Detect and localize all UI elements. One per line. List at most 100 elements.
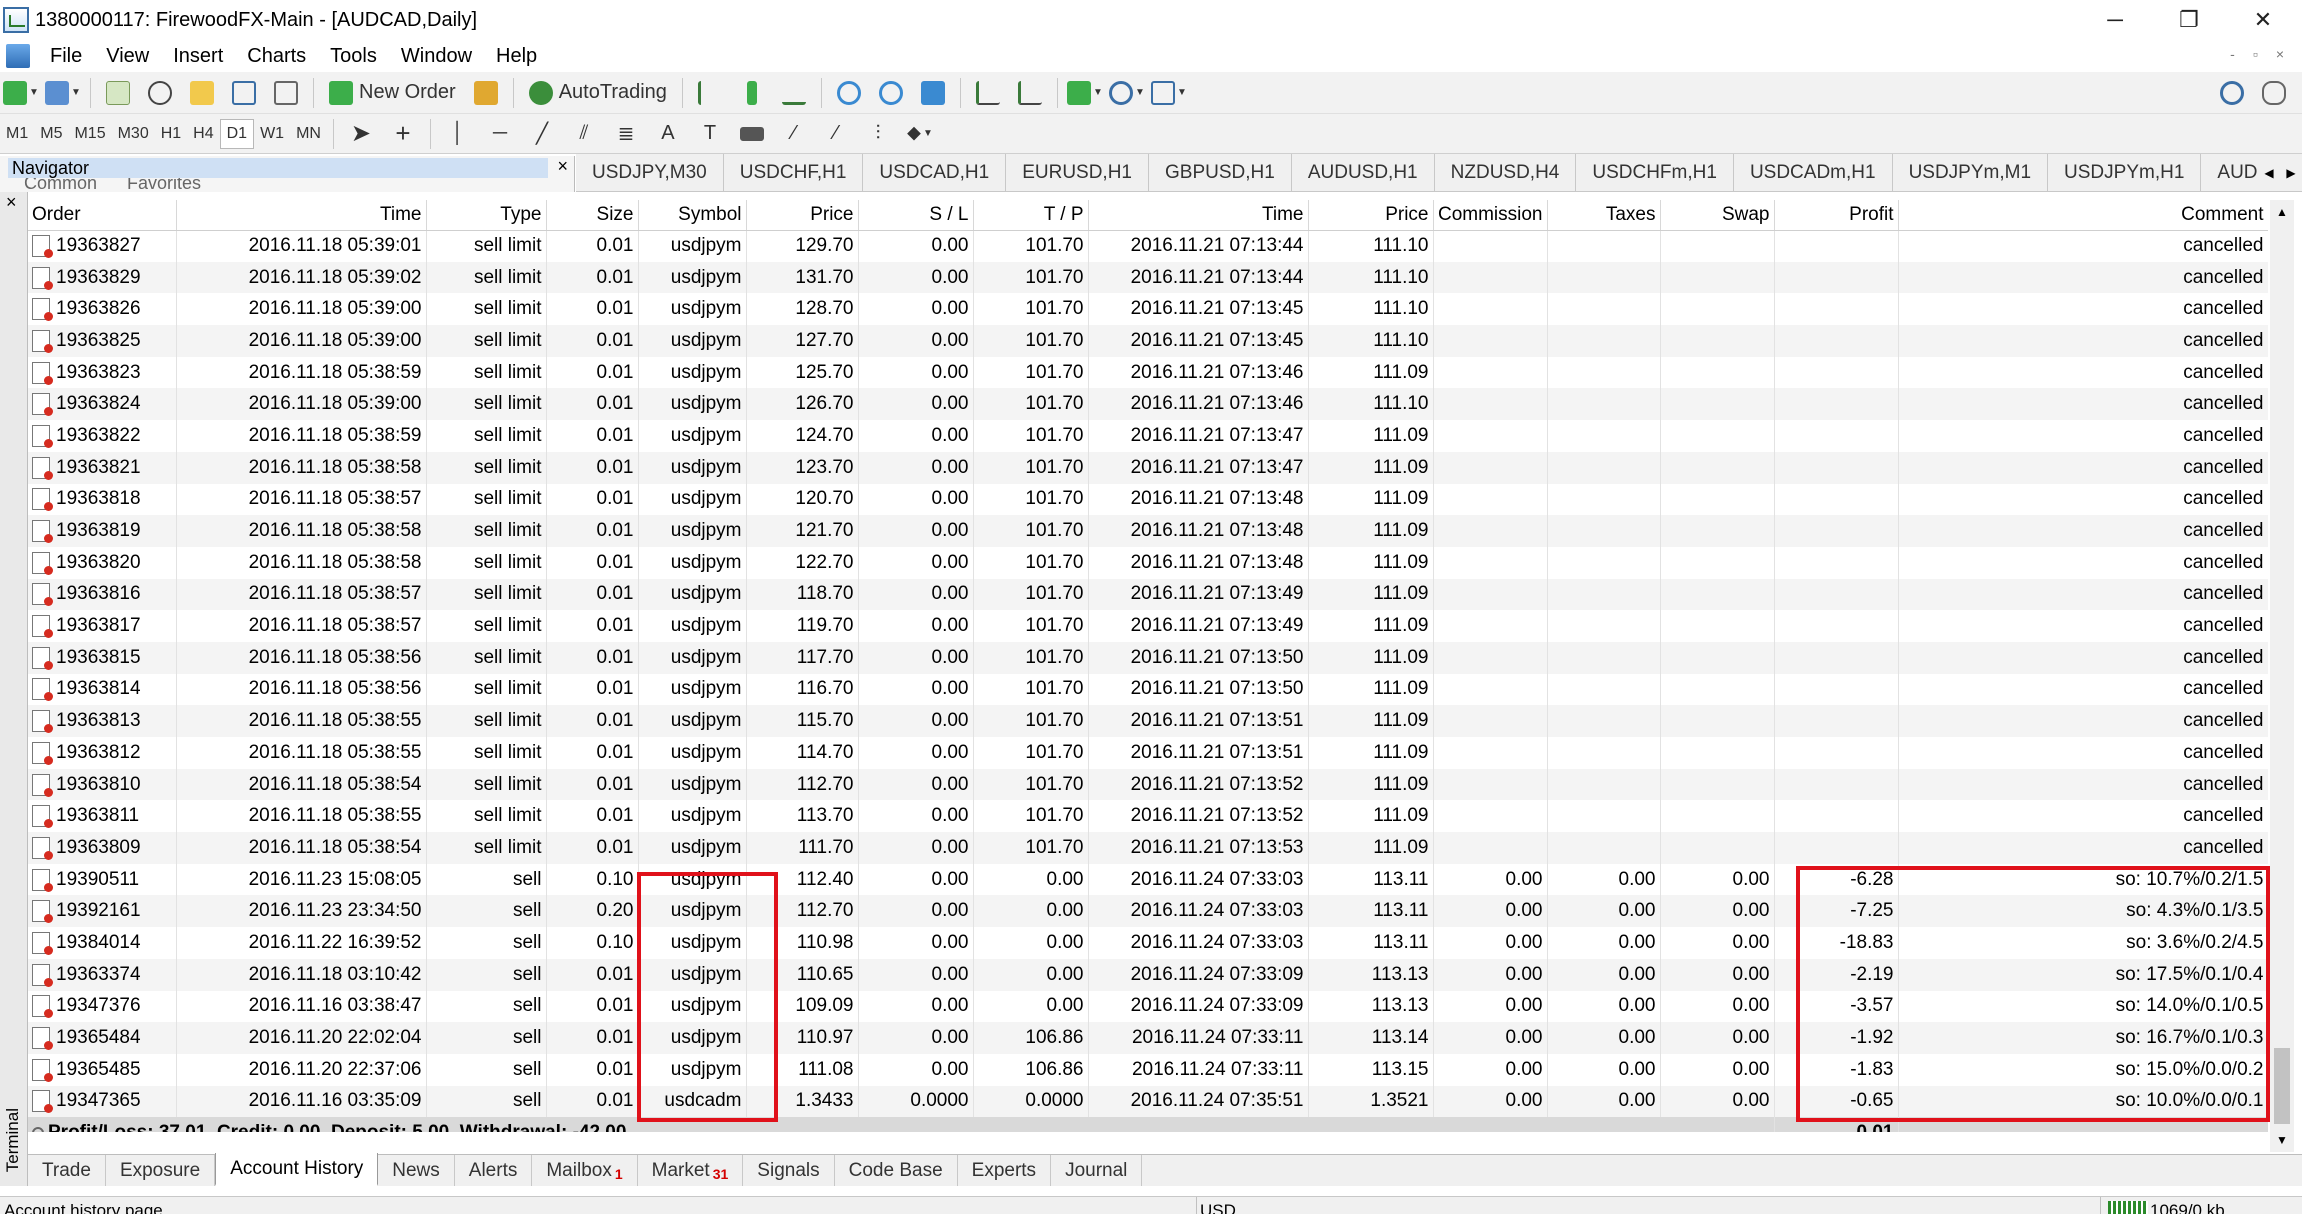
- tab-account-history[interactable]: Account History: [215, 1153, 379, 1186]
- fan-tool[interactable]: ⁄: [776, 117, 812, 151]
- periods-button[interactable]: ▼: [1108, 76, 1145, 110]
- tab-alerts[interactable]: Alerts: [455, 1155, 533, 1186]
- mdi-close-button[interactable]: ×: [2276, 46, 2284, 62]
- table-row[interactable]: 19384014 2016.11.22 16:39:52 sell 0.10 usdjp…: [28, 927, 2268, 959]
- column-header-commission[interactable]: Commission: [1433, 200, 1548, 231]
- minimize-button[interactable]: ─: [2078, 0, 2152, 40]
- text-tool[interactable]: A: [650, 117, 686, 151]
- templates-button[interactable]: ▼: [1150, 76, 1187, 110]
- table-row[interactable]: 19363374 2016.11.18 03:10:42 sell 0.01 usdjp…: [28, 958, 2268, 991]
- table-row[interactable]: 19363821 2016.11.18 05:38:58 sell limit 0.0…: [28, 451, 2268, 484]
- chart-tab[interactable]: USDCHFm,H1: [1576, 154, 1734, 191]
- equidistant-channel-tool[interactable]: ⫽: [566, 117, 602, 151]
- table-row[interactable]: 19363815 2016.11.18 05:38:56 sell limit 0.0…: [28, 641, 2268, 674]
- table-row[interactable]: 19363820 2016.11.18 05:38:58 sell limit 0.0…: [28, 546, 2268, 579]
- navigator-close-button[interactable]: ×: [557, 156, 568, 177]
- table-row[interactable]: 19365484 2016.11.20 22:02:04 sell 0.01 usdjp…: [28, 1022, 2268, 1054]
- bar-chart-button[interactable]: [692, 76, 728, 110]
- autotrading-button[interactable]: AutoTrading: [523, 76, 673, 110]
- column-header-size[interactable]: Size: [546, 200, 639, 231]
- profiles-button[interactable]: ▼: [45, 76, 81, 110]
- table-row[interactable]: 19363816 2016.11.18 05:38:57 sell limit 0.0…: [28, 578, 2268, 611]
- chat-button[interactable]: [2256, 76, 2292, 110]
- chart-tab[interactable]: USDJPYm,M1: [1893, 154, 2049, 191]
- chart-tab[interactable]: USDCHF,H1: [724, 154, 864, 191]
- table-row[interactable]: 19363819 2016.11.18 05:38:58 sell limit 0.0…: [28, 515, 2268, 547]
- terminal-close-button[interactable]: ×: [6, 192, 17, 213]
- chart-tab[interactable]: GBPUSD,H1: [1149, 154, 1292, 191]
- menu-tools[interactable]: Tools: [318, 45, 389, 68]
- zoom-out-button[interactable]: [873, 76, 909, 110]
- scroll-down-icon[interactable]: ▼: [2270, 1128, 2294, 1152]
- search-button[interactable]: [2214, 76, 2250, 110]
- table-row[interactable]: 19363812 2016.11.18 05:38:55 sell limit 0.0…: [28, 737, 2268, 769]
- arrows-tool[interactable]: [734, 117, 770, 151]
- menu-help[interactable]: Help: [484, 45, 549, 68]
- column-header-price[interactable]: Price: [746, 200, 859, 231]
- scroll-thumb[interactable]: [2274, 1048, 2290, 1124]
- zoom-in-button[interactable]: [831, 76, 867, 110]
- column-header-order[interactable]: Order: [28, 200, 177, 231]
- column-header-close-price[interactable]: Price: [1308, 200, 1434, 231]
- table-row[interactable]: 19365485 2016.11.20 22:37:06 sell 0.01 usdjp…: [28, 1053, 2268, 1086]
- menu-view[interactable]: View: [94, 45, 161, 68]
- text-label-tool[interactable]: T: [692, 117, 728, 151]
- table-row[interactable]: 19390511 2016.11.23 15:08:05 sell 0.10 usdjp…: [28, 863, 2268, 896]
- column-header-swap[interactable]: Swap: [1660, 200, 1775, 231]
- mdi-minimize-button[interactable]: -: [2230, 46, 2235, 62]
- menu-charts[interactable]: Charts: [235, 45, 318, 68]
- scroll-left-icon[interactable]: ◀: [2264, 166, 2273, 180]
- scroll-up-icon[interactable]: ▲: [2270, 200, 2294, 224]
- menu-file[interactable]: File: [38, 45, 94, 68]
- table-row[interactable]: 19363813 2016.11.18 05:38:55 sell limit 0.0…: [28, 705, 2268, 737]
- column-header-profit[interactable]: Profit: [1774, 200, 1899, 231]
- column-header-comment[interactable]: Comment: [1898, 200, 2268, 231]
- table-row[interactable]: 19363825 2016.11.18 05:39:00 sell limit 0.0…: [28, 325, 2268, 357]
- table-row[interactable]: 19392161 2016.11.23 23:34:50 sell 0.20 usdjp…: [28, 895, 2268, 928]
- table-row[interactable]: 19363827 2016.11.18 05:39:01 sell limit 0.0…: [28, 230, 2268, 262]
- chart-tab-scroll[interactable]: ◀ ▶: [2258, 154, 2302, 191]
- scroll-right-icon[interactable]: ▶: [2286, 166, 2295, 180]
- tab-journal[interactable]: Journal: [1051, 1155, 1143, 1186]
- table-row[interactable]: 19363829 2016.11.18 05:39:02 sell limit 0.0…: [28, 261, 2268, 294]
- data-window-button[interactable]: [142, 76, 178, 110]
- chart-shift-button[interactable]: [1012, 76, 1048, 110]
- table-row[interactable]: 19363822 2016.11.18 05:38:59 sell limit 0.0…: [28, 420, 2268, 452]
- timeframe-mn[interactable]: MN: [290, 119, 327, 149]
- column-header-taxes[interactable]: Taxes: [1547, 200, 1661, 231]
- tab-exposure[interactable]: Exposure: [106, 1155, 216, 1186]
- table-row[interactable]: 19363826 2016.11.18 05:39:00 sell limit 0.0…: [28, 293, 2268, 326]
- vertical-scrollbar[interactable]: ▲ ▼: [2270, 200, 2294, 1152]
- auto-scroll-button[interactable]: [970, 76, 1006, 110]
- fib-expansion-tool[interactable]: ⫶: [860, 117, 896, 151]
- timeframe-m5[interactable]: M5: [34, 119, 68, 149]
- column-header-symbol[interactable]: Symbol: [638, 200, 747, 231]
- tile-windows-button[interactable]: [915, 76, 951, 110]
- chart-tab[interactable]: USDCAD,H1: [863, 154, 1007, 191]
- tab-mailbox[interactable]: Mailbox 1: [532, 1155, 638, 1186]
- cursor-tool[interactable]: ➤: [343, 117, 379, 151]
- table-row[interactable]: 19363824 2016.11.18 05:39:00 sell limit 0.0…: [28, 388, 2268, 421]
- table-row[interactable]: 19363809 2016.11.18 05:38:54 sell limit 0.0…: [28, 832, 2268, 864]
- table-row[interactable]: 19347365 2016.11.16 03:35:09 sell 0.01 usdca…: [28, 1085, 2268, 1118]
- table-row[interactable]: 19363811 2016.11.18 05:38:55 sell limit 0.0…: [28, 800, 2268, 833]
- tab-experts[interactable]: Experts: [958, 1155, 1052, 1186]
- timeframe-m15[interactable]: M15: [68, 119, 111, 149]
- timeframe-m1[interactable]: M1: [0, 119, 34, 149]
- column-header-sl[interactable]: S / L: [858, 200, 974, 231]
- terminal-button[interactable]: [226, 76, 262, 110]
- new-order-button[interactable]: New Order: [323, 76, 462, 110]
- table-row[interactable]: 19347376 2016.11.16 03:38:47 sell 0.01 usdjp…: [28, 990, 2268, 1023]
- table-row[interactable]: 19363823 2016.11.18 05:38:59 sell limit 0.0…: [28, 356, 2268, 389]
- horizontal-line-tool[interactable]: ─: [482, 117, 518, 151]
- mdi-restore-button[interactable]: ▫: [2253, 46, 2258, 62]
- column-header-type[interactable]: Type: [426, 200, 547, 231]
- chart-tab[interactable]: AUDUSD,H1: [1292, 154, 1435, 191]
- crosshair-tool[interactable]: +: [385, 117, 421, 151]
- timeframe-m30[interactable]: M30: [112, 119, 155, 149]
- market-watch-button[interactable]: [100, 76, 136, 110]
- chart-window-icon[interactable]: [6, 44, 30, 68]
- timeframe-h4[interactable]: H4: [187, 119, 219, 149]
- new-chart-button[interactable]: ▼: [3, 76, 39, 110]
- column-header-tp[interactable]: T / P: [973, 200, 1089, 231]
